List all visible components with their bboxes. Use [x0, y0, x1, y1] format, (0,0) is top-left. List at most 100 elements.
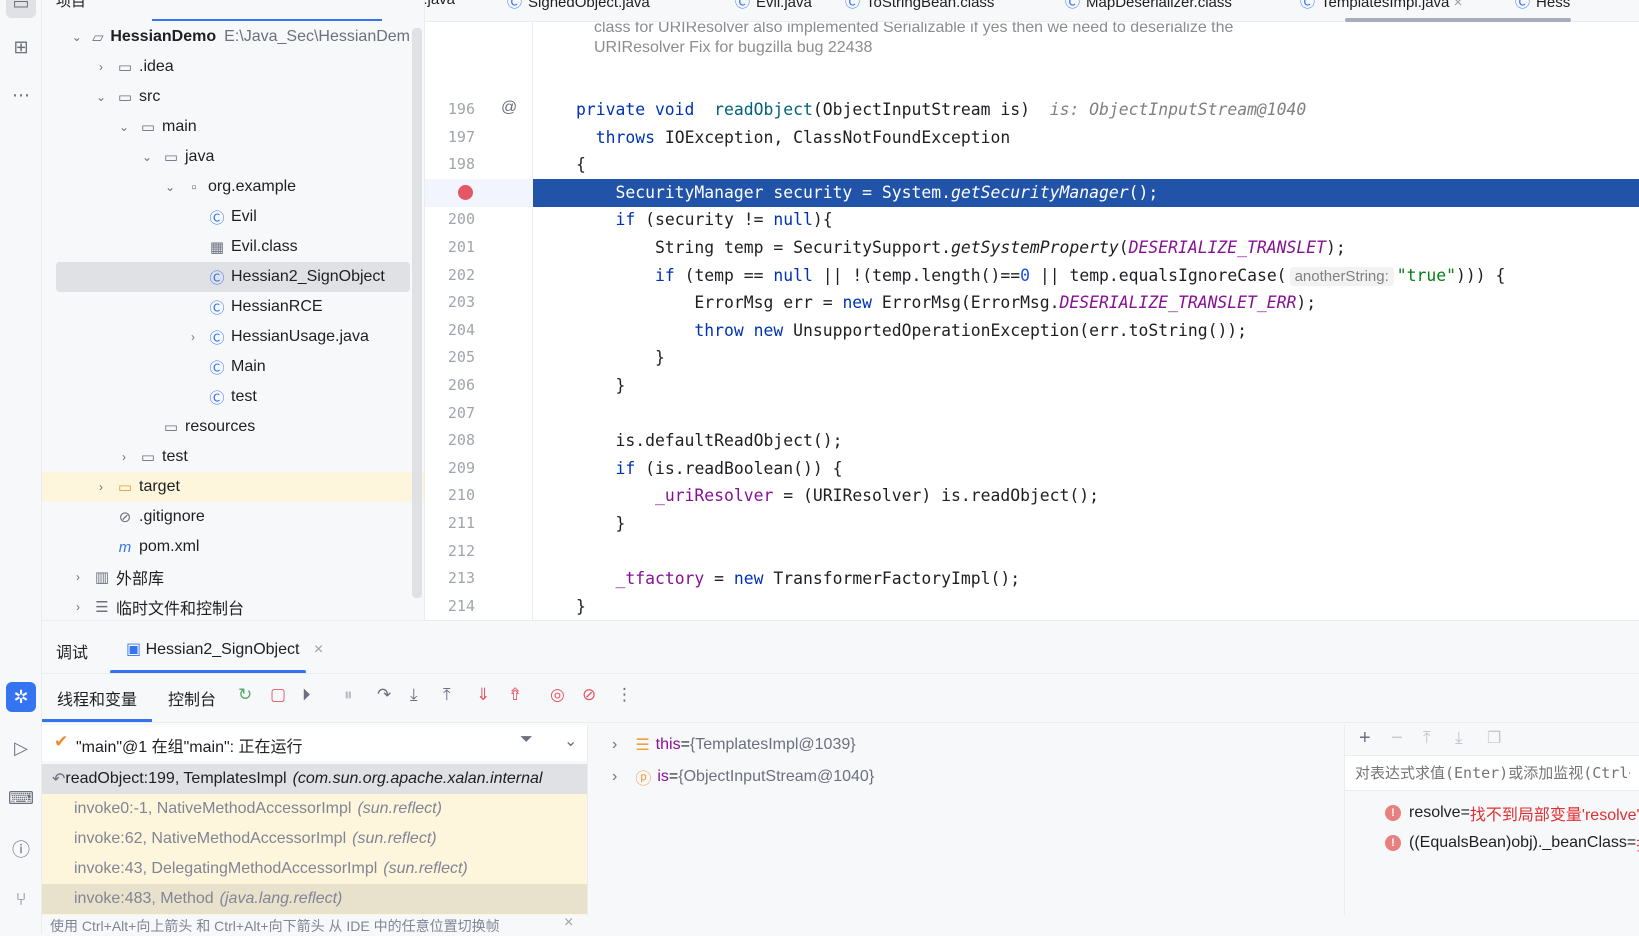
- tab-active[interactable]: Ⓒ TemplatesImpl.java ×: [1300, 0, 1462, 12]
- code-token: "true": [1396, 265, 1457, 285]
- run-to-cursor-icon[interactable]: ⇮: [508, 685, 522, 705]
- close-icon[interactable]: ×: [1449, 0, 1463, 11]
- chevron-right-icon[interactable]: ›: [116, 450, 132, 464]
- tree-item[interactable]: ⌄ ▭ main: [56, 112, 410, 142]
- variable-row[interactable]: › ⓟ is = {ObjectInputStream@1040}: [612, 765, 874, 789]
- chevron-right-icon[interactable]: ›: [185, 330, 201, 344]
- library-icon: ▥: [94, 569, 110, 586]
- stop-icon[interactable]: ▢: [270, 685, 286, 705]
- stack-frame[interactable]: invoke:62, NativeMethodAccessorImpl (sun.…: [42, 824, 587, 854]
- close-icon[interactable]: ×: [564, 914, 573, 932]
- tab-debug[interactable]: 调试: [56, 639, 88, 663]
- chevron-down-icon[interactable]: ⌄: [70, 30, 83, 44]
- pause-icon[interactable]: ⏸: [344, 685, 353, 705]
- problems-icon[interactable]: ⓘ: [6, 834, 36, 864]
- debug-icon[interactable]: ✲: [6, 682, 36, 712]
- more-icon[interactable]: ⋯: [6, 80, 36, 110]
- tree-item[interactable]: › Ⓒ HessianUsage.java: [56, 322, 410, 352]
- project-icon[interactable]: ▭: [6, 0, 36, 18]
- tree-item[interactable]: Ⓒ Hessian2_SignObject: [56, 262, 410, 292]
- more-options-icon[interactable]: ⋮: [616, 685, 633, 705]
- force-step-into-icon[interactable]: ⇓: [476, 685, 490, 705]
- override-marker-icon[interactable]: @: [501, 99, 517, 117]
- chevron-right-icon[interactable]: ›: [612, 736, 617, 754]
- step-out-icon[interactable]: ⤒: [443, 685, 451, 705]
- stack-frame[interactable]: invoke0:-1, NativeMethodAccessorImpl (sun…: [42, 794, 587, 824]
- tab-debug-session[interactable]: ▣ Hessian2_SignObject ×: [126, 639, 323, 659]
- chevron-down-icon[interactable]: ⌄: [139, 150, 155, 164]
- chevron-down-icon[interactable]: ⌄: [116, 120, 132, 134]
- variable-row[interactable]: › ☰ this = {TemplatesImpl@1039}: [612, 735, 856, 755]
- code-token: new: [842, 293, 873, 313]
- add-watch-icon[interactable]: +: [1359, 727, 1371, 750]
- tab-threads-variables[interactable]: 线程和变量: [57, 686, 137, 710]
- tree-item[interactable]: › ▥ 外部库: [56, 562, 410, 592]
- editor-tab[interactable]: Ⓒ ToStringBean.class: [845, 0, 994, 12]
- tree-item[interactable]: ▭ resources: [56, 412, 410, 442]
- copy-icon[interactable]: ❐: [1487, 728, 1501, 748]
- filter-icon[interactable]: ⏷: [520, 731, 533, 749]
- editor-tab[interactable]: Ⓒ SignedObject.java: [507, 0, 650, 12]
- editor-tab[interactable]: Ⓒ Evil.java: [735, 0, 812, 12]
- rerun-icon[interactable]: ↻: [238, 685, 252, 705]
- chevron-right-icon[interactable]: ›: [93, 60, 109, 74]
- git-icon[interactable]: ⑂: [6, 884, 36, 914]
- watch-row[interactable]: ! resolve = 找不到局部变量'resolve': [1385, 801, 1639, 825]
- tree-item[interactable]: Ⓒ Main: [56, 352, 410, 382]
- chevron-down-icon[interactable]: ⌄: [564, 731, 577, 751]
- view-breakpoints-icon[interactable]: ◎: [550, 685, 565, 705]
- chevron-right-icon[interactable]: ›: [70, 570, 86, 584]
- breakpoint-icon[interactable]: [458, 184, 473, 200]
- move-up-icon[interactable]: ⤒: [1423, 728, 1431, 748]
- chevron-right-icon[interactable]: ›: [612, 768, 617, 786]
- step-into-icon[interactable]: ⤓: [410, 685, 418, 705]
- close-icon[interactable]: ×: [314, 641, 323, 658]
- run-icon[interactable]: ▷: [6, 733, 36, 763]
- tree-item[interactable]: ⌄ ▫ org.example: [56, 172, 410, 202]
- resume-icon[interactable]: ⏵: [302, 685, 311, 705]
- frames-list[interactable]: ↶ readObject:199, TemplatesImpl (com.sun.…: [42, 764, 587, 915]
- tree-item[interactable]: › ▭ .idea: [56, 52, 410, 82]
- code-token: getSecurityManager: [950, 182, 1129, 202]
- tree-scrollbar[interactable]: [412, 28, 422, 598]
- tree-item[interactable]: Ⓒ Evil: [56, 202, 410, 232]
- evaluate-expression-input[interactable]: [1345, 755, 1639, 791]
- tree-item[interactable]: › ▭ test: [56, 442, 410, 472]
- chevron-right-icon[interactable]: ›: [70, 600, 86, 614]
- code-line: }: [533, 510, 1639, 538]
- tree-item[interactable]: ⌄ ▱ HessianDemo E:\Java_Sec\HessianDem: [56, 22, 410, 52]
- stack-frame[interactable]: ↶ readObject:199, TemplatesImpl (com.sun.…: [42, 764, 587, 794]
- tree-item[interactable]: Ⓒtest: [56, 382, 410, 412]
- tree-item[interactable]: › ☰ 临时文件和控制台: [56, 592, 410, 620]
- tree-item[interactable]: ⌄ ▭ src: [56, 82, 410, 112]
- watch-row[interactable]: !((EqualsBean)obj)._beanClass = 找不: [1385, 831, 1639, 855]
- tree-item-label: HessianUsage.java: [231, 328, 369, 345]
- remove-watch-icon[interactable]: −: [1391, 727, 1403, 750]
- chevron-right-icon[interactable]: ›: [93, 480, 109, 494]
- structure-icon[interactable]: ⊞: [6, 32, 36, 62]
- tree-item[interactable]: ⊘ .gitignore: [56, 502, 410, 532]
- editor-tab[interactable]: Ⓒ Hess: [1515, 0, 1570, 12]
- chevron-down-icon[interactable]: ⌄: [93, 90, 109, 104]
- tree-item[interactable]: ⌄ ▭ java: [56, 142, 410, 172]
- code-token: (is.readBoolean()) {: [635, 458, 843, 478]
- tree-item[interactable]: Ⓒ HessianRCE: [56, 292, 410, 322]
- chevron-down-icon[interactable]: ⌄: [162, 180, 178, 194]
- thread-selector[interactable]: ✔ "main"@1 在组"main": 正在运行 ⏷ ⌄: [42, 725, 587, 761]
- editor-tab[interactable]: 5.java: [425, 0, 455, 8]
- terminal-icon[interactable]: ⌨: [6, 783, 36, 813]
- tree-item[interactable]: › ▭ target: [42, 472, 424, 502]
- left-tool-strip: ▭ ⊞ ⋯ ✲ ▷ ⌨ ⓘ ⑂: [0, 0, 42, 934]
- step-over-icon[interactable]: ↷: [377, 685, 391, 705]
- code-editor[interactable]: 196 @197 198 200 201 202 203 204 205 206 207 208 209…: [425, 22, 1639, 620]
- package-icon: ▫: [191, 178, 197, 196]
- stack-frame[interactable]: invoke:43, DelegatingMethodAccessorImpl (…: [42, 854, 587, 884]
- mute-breakpoints-icon[interactable]: ⊘: [582, 685, 596, 705]
- tree-item[interactable]: ▦ Evil.class: [56, 232, 410, 262]
- tab-console[interactable]: 控制台: [168, 686, 216, 710]
- watches-panel: + − ⤒ ⤓ ❐ ! resolve = 找不到局部变量'resolve' ! ((…: [1344, 725, 1639, 915]
- editor-tab[interactable]: Ⓒ MapDeserializer.class: [1065, 0, 1232, 12]
- move-down-icon[interactable]: ⤓: [1455, 728, 1463, 748]
- tree-item[interactable]: m pom.xml: [56, 532, 410, 562]
- stack-frame[interactable]: invoke:483, Method (java.lang.reflect): [42, 884, 587, 914]
